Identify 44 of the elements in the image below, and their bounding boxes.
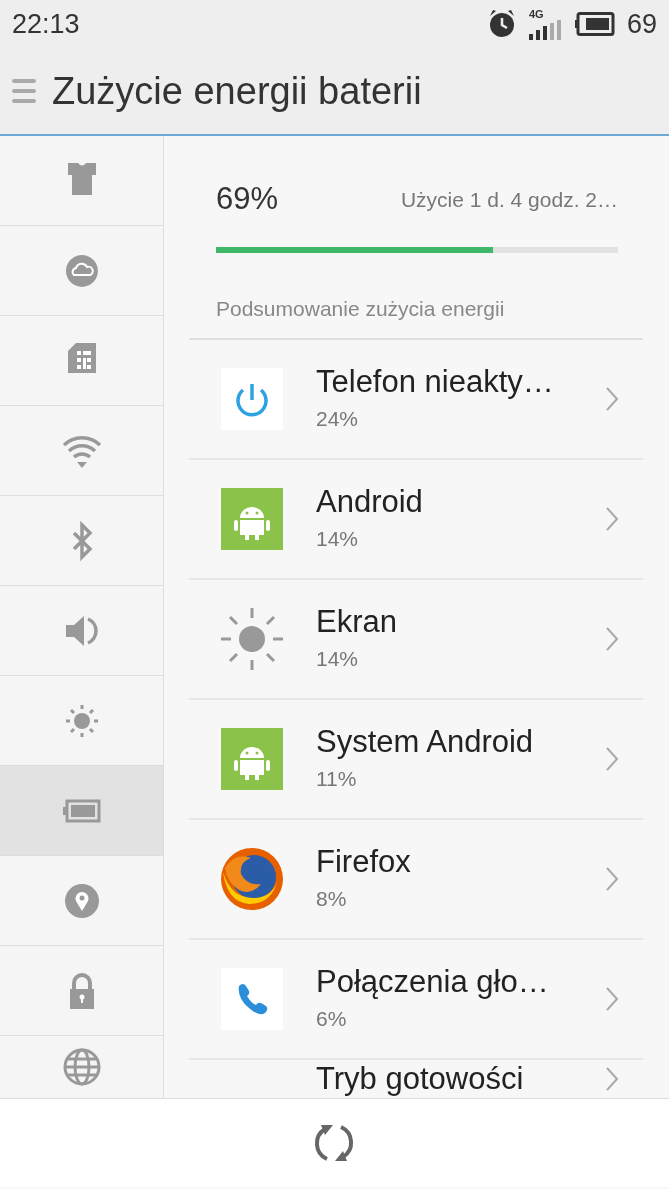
app-name: Firefox <box>316 843 412 882</box>
status-time: 22:13 <box>12 7 80 41</box>
chevron-right-icon <box>605 986 619 1012</box>
chevron-right-icon <box>605 866 619 892</box>
app-usage-row[interactable]: Firefox 8% <box>189 820 643 940</box>
battery-level-text: 69% <box>216 180 279 218</box>
app-percent: 24% <box>316 406 360 433</box>
android-robot-icon <box>221 488 283 550</box>
app-usage-row[interactable]: Tryb gotowości <box>189 1060 643 1098</box>
chevron-right-icon <box>605 386 619 412</box>
app-percent: 8% <box>316 886 348 913</box>
app-percent: 6% <box>316 1006 348 1033</box>
page-title: Zużycie energii baterii <box>52 68 422 114</box>
section-heading: Podsumowanie zużycia energii <box>189 252 643 340</box>
menu-icon[interactable] <box>12 77 36 105</box>
app-usage-row[interactable]: Telefon nieakty… 24% <box>189 340 643 460</box>
app-usage-row[interactable]: Połączenia gło… 6% <box>189 940 643 1060</box>
chevron-right-icon <box>605 506 619 532</box>
app-usage-row[interactable]: Ekran 14% <box>189 580 643 700</box>
sidebar-item[interactable] <box>0 766 163 856</box>
app-usage-row[interactable]: System Android 11% <box>189 700 643 820</box>
app-name: Połączenia gło… <box>316 963 550 1002</box>
app-percent: 14% <box>316 646 360 673</box>
app-name: Android <box>316 483 424 522</box>
app-percent: 11% <box>316 766 358 793</box>
app-name: Telefon nieakty… <box>316 363 555 402</box>
chevron-right-icon <box>605 1066 619 1092</box>
fox-globe-icon <box>221 848 283 910</box>
battery-icon <box>574 12 615 36</box>
app-percent: 14% <box>316 526 360 553</box>
app-name: System Android <box>316 723 535 762</box>
android-robot-icon <box>221 728 283 790</box>
usage-time: Użycie 1 d. 4 godz. 2… <box>400 186 618 213</box>
app-name: Ekran <box>316 603 398 642</box>
app-name: Tryb gotowości <box>316 1060 525 1098</box>
sun-icon <box>221 608 283 670</box>
battery-percent: 69 <box>626 7 657 41</box>
phone-icon <box>221 968 283 1030</box>
chevron-right-icon <box>605 746 619 772</box>
app-usage-row[interactable]: Android 14% <box>189 460 643 580</box>
chevron-right-icon <box>605 626 619 652</box>
signal-icon <box>528 20 563 40</box>
network-type: 4G <box>528 7 544 22</box>
power-icon <box>221 368 283 430</box>
